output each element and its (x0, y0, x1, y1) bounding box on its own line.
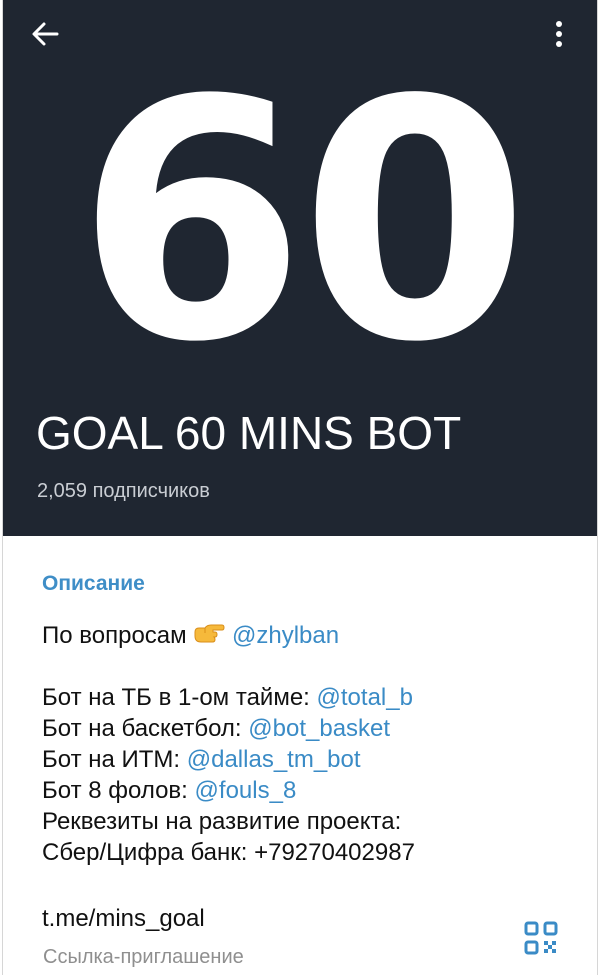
bot-link-dallas[interactable]: @dallas_tm_bot (187, 746, 361, 773)
arrow-left-icon (32, 22, 59, 46)
contact-link[interactable]: @zhylban (232, 622, 339, 649)
invite-link[interactable]: t.me/mins_goal (42, 904, 205, 934)
more-options-button[interactable] (539, 14, 579, 54)
description-text: Бот на ИТМ: (42, 746, 181, 773)
description-text: Бот на ТБ в 1-ом тайме: (42, 684, 310, 711)
description-line: По вопросам @zhylban (42, 620, 562, 651)
description-line: Бот 8 фолов: @fouls_8 (42, 775, 562, 806)
bot-link-fouls[interactable]: @fouls_8 (195, 777, 297, 804)
description-line: Бот на ТБ в 1-ом тайме: @total_b (42, 682, 562, 713)
qr-code-icon (524, 921, 558, 955)
invite-link-caption: Ссылка-приглашение (43, 946, 244, 968)
subscriber-count: 2,059 подписчиков (37, 480, 210, 502)
description-text: Бот 8 фолов: (42, 777, 188, 804)
back-button[interactable] (25, 14, 65, 54)
description-line: Сбер/Цифра банк: +79270402987 (42, 839, 415, 866)
channel-header: 60 GOAL 60 MINS BOT 2,059 подписчиков (3, 0, 597, 536)
qr-code-button[interactable] (519, 916, 563, 960)
description-body: По вопросам @zhylban Бот на ТБ в 1-ом та… (42, 620, 562, 868)
channel-avatar[interactable]: 60 (3, 52, 597, 392)
bot-link-total[interactable]: @total_b (317, 684, 413, 711)
description-line: Бот на ИТМ: @dallas_tm_bot (42, 744, 562, 775)
description-line: Реквезиты на развитие проекта: (42, 808, 402, 835)
description-text: По вопросам (42, 622, 187, 649)
channel-title: GOAL 60 MINS BOT (36, 407, 462, 459)
description-heading: Описание (42, 572, 145, 595)
pointing-right-icon (193, 622, 225, 653)
description-text: Бот на баскетбол: (42, 715, 242, 742)
channel-info-screen: 60 GOAL 60 MINS BOT 2,059 подписчиков Оп… (2, 0, 598, 975)
description-line: Бот на баскетбол: @bot_basket (42, 713, 562, 744)
more-vertical-icon (556, 21, 562, 47)
bot-link-basket[interactable]: @bot_basket (248, 715, 390, 742)
